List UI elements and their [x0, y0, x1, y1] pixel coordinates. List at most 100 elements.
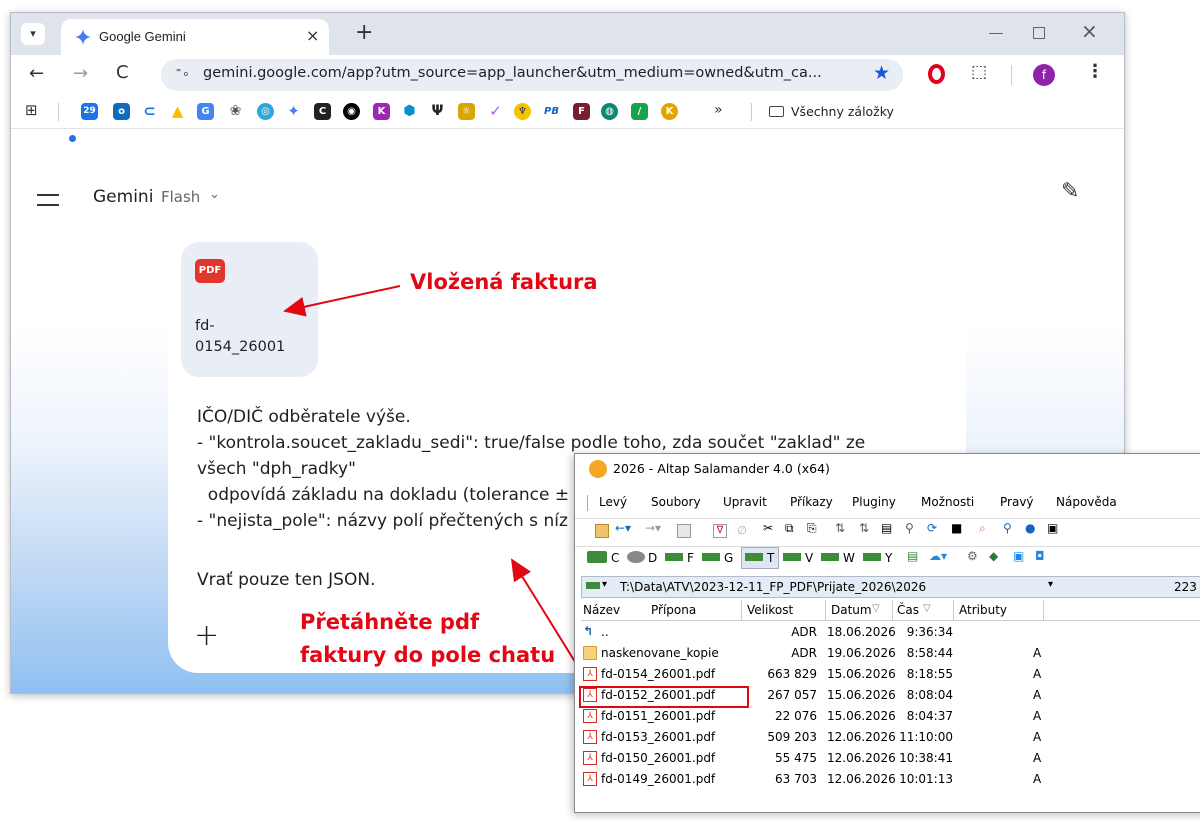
salamander-window: 2026 - Altap Salamander 4.0 (x64) Levý S…	[574, 453, 1200, 813]
file-time: 8:08:04	[906, 688, 953, 702]
table-row[interactable]: ↰.. ADR 18.06.2026 9:36:34	[581, 622, 1200, 643]
salamander-menubar: Levý Soubory Upravit Příkazy Pluginy Mož…	[575, 492, 1200, 514]
file-attr: A	[1033, 730, 1042, 744]
file-size: ADR	[791, 625, 817, 639]
back-arrow-icon[interactable]: ←▾	[615, 521, 631, 535]
annotation-drag-line1: Přetáhněte pdf	[300, 610, 480, 634]
table-row[interactable]: ⅄ fd-0151_26001.pdf 22 076 15.06.2026 8:04:3…	[581, 706, 1200, 727]
drive-y-icon[interactable]	[863, 553, 881, 561]
arrow-to-attachment	[283, 285, 401, 317]
salamander-pathbar[interactable]: ▾ T:\Data\ATV\2023-12-11_FP_PDF\Prijate_…	[581, 576, 1200, 598]
file-name: ..	[601, 625, 609, 639]
menu-upravit[interactable]: Upravit	[723, 495, 767, 509]
search-icon[interactable]: ⚲	[1003, 521, 1012, 535]
file-date: 12.06.2026	[827, 751, 896, 765]
menu-prikazy[interactable]: Příkazy	[790, 495, 833, 509]
file-time: 8:04:37	[906, 709, 953, 723]
archive-icon[interactable]: ▣	[1013, 549, 1024, 563]
file-size: ADR	[791, 646, 817, 660]
file-attr: A	[1033, 709, 1042, 723]
drive-y[interactable]: Y	[885, 551, 892, 565]
pdf-file-icon: ⅄	[583, 730, 597, 744]
file-date: 18.06.2026	[827, 625, 896, 639]
chevron-down-icon[interactable]: ▾	[602, 579, 607, 590]
salamander-titlebar: 2026 - Altap Salamander 4.0 (x64)	[575, 454, 1200, 484]
documents-icon[interactable]: ▤	[907, 549, 918, 563]
terminal-icon[interactable]: ■	[951, 521, 962, 535]
free-space: 223 G	[1174, 580, 1200, 594]
drive-t[interactable]: T	[767, 551, 774, 565]
drive-g-icon[interactable]	[702, 553, 720, 561]
sync-icon[interactable]: ⇅	[859, 521, 869, 535]
path-history-icon[interactable]: ▾	[1048, 579, 1053, 590]
file-date: 12.06.2026	[827, 772, 896, 786]
network-icon[interactable]: ⚙	[967, 549, 978, 563]
menu-moznosti[interactable]: Možnosti	[921, 495, 974, 509]
file-list: ↰.. ADR 18.06.2026 9:36:34 naskenovane_kopie…	[581, 622, 1200, 822]
view-icon[interactable]: ▤	[881, 521, 892, 535]
ftp-icon[interactable]: ◆	[989, 549, 998, 563]
cut-icon[interactable]: ✂	[763, 521, 773, 535]
current-path: T:\Data\ATV\2023-12-11_FP_PDF\Prijate_20…	[620, 580, 927, 594]
copy-icon[interactable]: ⧉	[785, 521, 794, 536]
drive-c[interactable]: C	[611, 551, 619, 565]
drive-d[interactable]: D	[648, 551, 657, 565]
file-time: 9:36:34	[906, 625, 953, 639]
drive-t-icon	[745, 553, 763, 561]
salamander-toolbar: ←▾ →▾ ∇ ∅ ✂ ⧉ ⎘ ⇅ ⇅ ▤ ⚲ ⟳ ■ ⌕ ⚲ ● ▣	[575, 518, 1200, 542]
cloud-icon[interactable]: ☁▾	[929, 549, 947, 563]
col-ext[interactable]: Přípona	[651, 603, 696, 617]
drive-c-icon[interactable]	[587, 551, 607, 563]
menu-levy[interactable]: Levý	[599, 495, 627, 509]
file-time: 10:01:13	[899, 772, 953, 786]
file-name: fd-0154_26001.pdf	[601, 667, 716, 681]
file-date: 15.06.2026	[827, 709, 896, 723]
file-name: fd-0150_26001.pdf	[601, 751, 716, 765]
drive-f[interactable]: F	[687, 551, 694, 565]
col-size[interactable]: Velikost	[747, 603, 793, 617]
compare-icon[interactable]: ⇅	[835, 521, 845, 535]
cmd-icon[interactable]: ▣	[1047, 521, 1058, 535]
zoom-icon[interactable]: ⚲	[905, 521, 914, 535]
annotation-inserted-invoice: Vložená faktura	[410, 270, 598, 294]
folder-up-icon[interactable]	[595, 524, 609, 538]
find-icon[interactable]: ⌕	[979, 521, 986, 536]
menu-pravy[interactable]: Pravý	[1000, 495, 1034, 509]
filter-icon[interactable]	[677, 524, 691, 538]
table-row[interactable]: ⅄ fd-0154_26001.pdf 663 829 15.06.2026 8:18:…	[581, 664, 1200, 685]
col-attr[interactable]: Atributy	[959, 603, 1007, 617]
menu-pluginy[interactable]: Pluginy	[852, 495, 896, 509]
file-time: 8:58:44	[906, 646, 953, 660]
table-row[interactable]: ⅄ fd-0153_26001.pdf 509 203 12.06.2026 11:10…	[581, 727, 1200, 748]
drive-v[interactable]: V	[805, 551, 813, 565]
pdf-file-icon: ⅄	[583, 772, 597, 786]
file-attr: A	[1033, 772, 1042, 786]
select-icon[interactable]: ∇	[713, 524, 727, 538]
col-date[interactable]: Datum	[831, 603, 872, 617]
table-row[interactable]: naskenovane_kopie ADR 19.06.2026 8:58:44 A	[581, 643, 1200, 664]
col-name[interactable]: Název	[583, 603, 620, 617]
file-size: 63 703	[775, 772, 817, 786]
drive-v-icon[interactable]	[783, 553, 801, 561]
drive-w-icon[interactable]	[821, 553, 839, 561]
user-icon[interactable]: ●	[1025, 521, 1035, 535]
folder-icon	[583, 646, 597, 660]
drive-f-icon[interactable]	[665, 553, 683, 561]
menu-napoveda[interactable]: Nápověda	[1056, 495, 1117, 509]
table-row[interactable]: ⅄ fd-0150_26001.pdf 55 475 12.06.2026 10:38:…	[581, 748, 1200, 769]
salamander-drivebar: C D F G T V W Y ▤ ☁▾ ⚙ ◆ ▣ ◘	[575, 546, 1200, 570]
table-row[interactable]: ⅄ fd-0149_26001.pdf 63 703 12.06.2026 10:01:…	[581, 769, 1200, 790]
plugin-icon[interactable]: ◘	[1035, 549, 1045, 563]
column-headers: Název Přípona Velikost Datum ▽ Čas ▽ Atr…	[581, 600, 1200, 621]
drive-d-icon[interactable]	[627, 551, 645, 563]
deselect-icon[interactable]: ∅	[735, 524, 749, 538]
drive-w[interactable]: W	[843, 551, 855, 565]
col-time[interactable]: Čas	[897, 603, 919, 617]
up-dir-icon: ↰	[583, 624, 594, 638]
drive-g[interactable]: G	[724, 551, 733, 565]
refresh-icon[interactable]: ⟳	[927, 521, 937, 535]
annotation-drag-line2: faktury do pole chatu	[300, 643, 556, 667]
menu-soubory[interactable]: Soubory	[651, 495, 701, 509]
paste-icon[interactable]: ⎘	[807, 521, 817, 536]
forward-arrow-icon[interactable]: →▾	[645, 521, 661, 535]
